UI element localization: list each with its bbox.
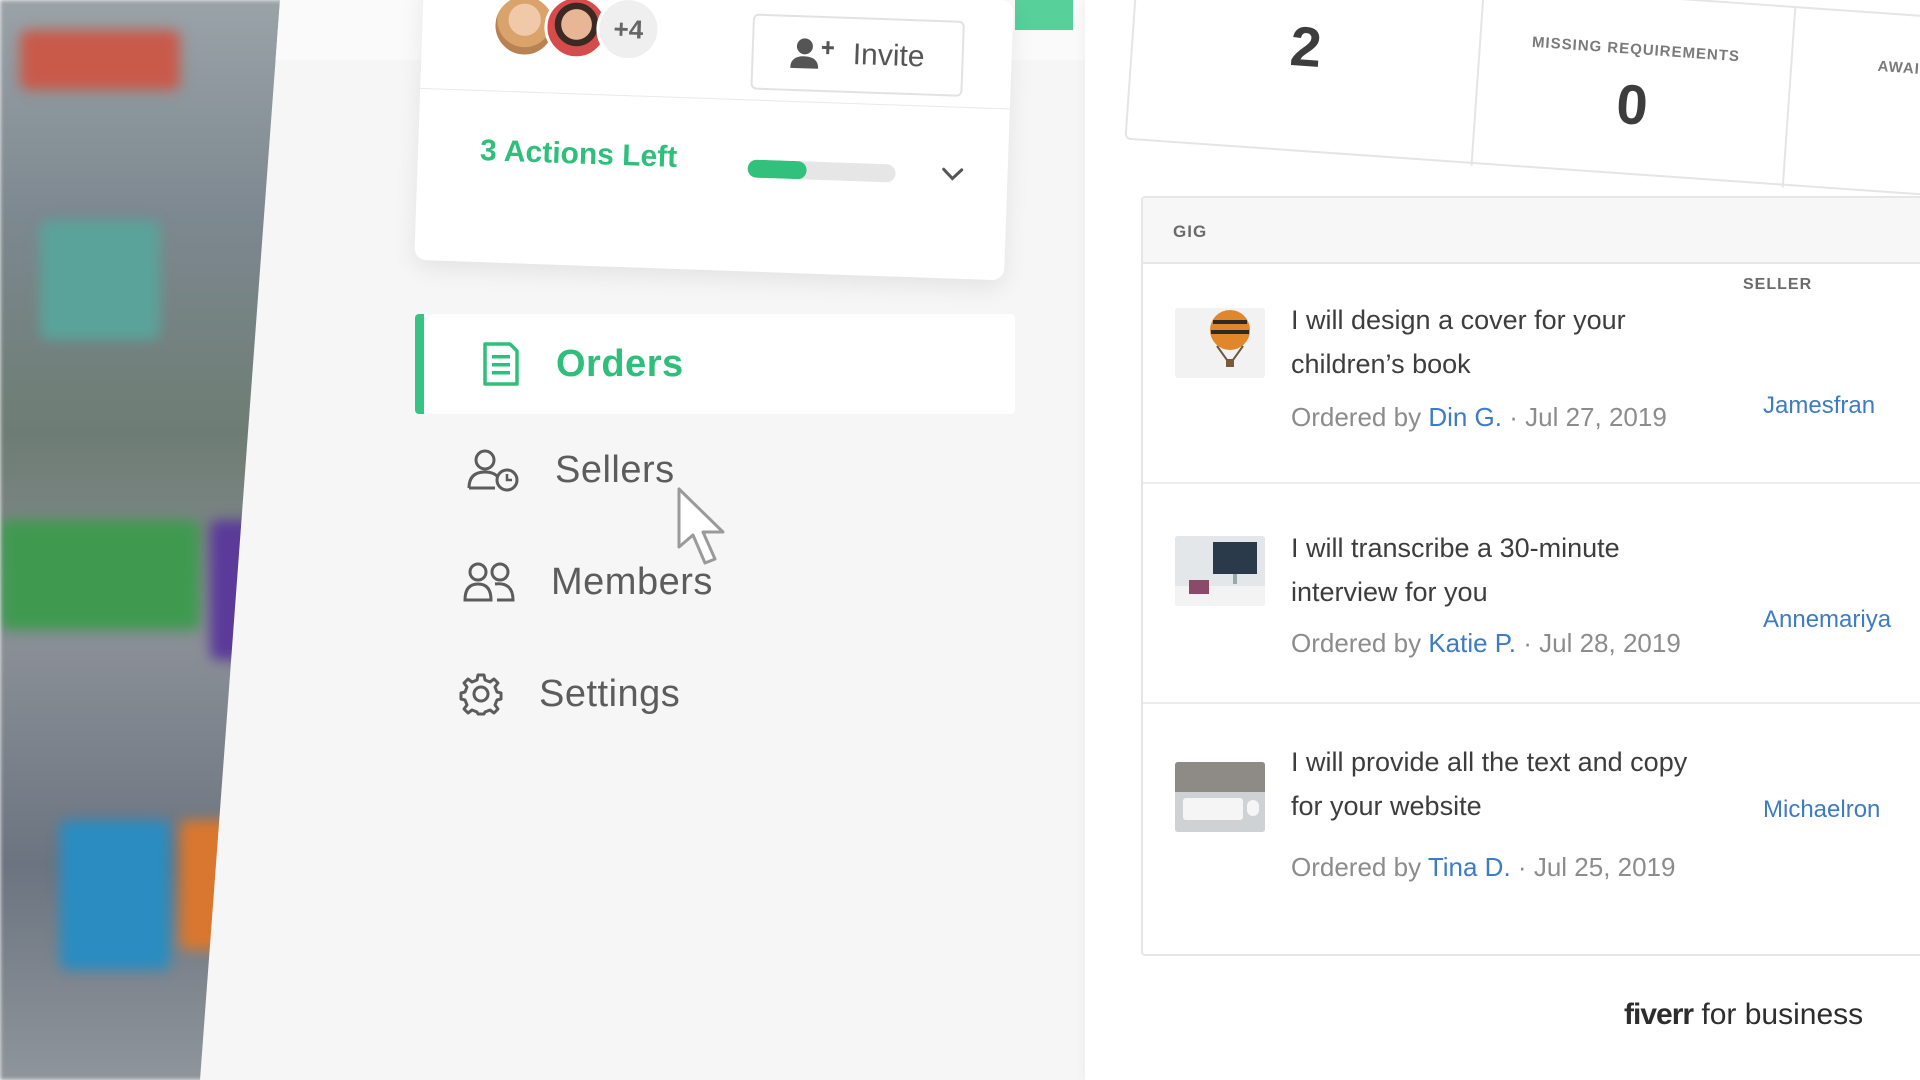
table-row[interactable]: I will provide all the text and copy for…	[1143, 704, 1920, 924]
brand-logo: fiverr for business	[1624, 998, 1863, 1032]
sidebar-item-orders[interactable]: Orders	[415, 314, 1015, 414]
member-avatars[interactable]: +4	[491, 0, 662, 63]
stat-label: Missing Requirements	[1531, 33, 1741, 66]
seller-link[interactable]: Jamesfran	[1763, 392, 1875, 420]
accent-bar	[1015, 0, 1073, 30]
buyer-link[interactable]: Tina D.	[1428, 852, 1511, 882]
ordered-by-label: Ordered by	[1291, 852, 1422, 882]
gig-title[interactable]: I will transcribe a 30-minute interview …	[1291, 526, 1711, 614]
orders-panel: 2 Missing Requirements 0 Awaitin GIG SEL…	[1085, 0, 1920, 1080]
order-meta: Ordered by Din G. · Jul 27, 2019	[1291, 402, 1667, 433]
desk-monitor-icon	[1175, 536, 1265, 606]
gig-title[interactable]: I will provide all the text and copy for…	[1291, 740, 1711, 828]
order-date: Jul 27, 2019	[1525, 402, 1667, 432]
meta-separator: ·	[1523, 628, 1540, 658]
members-icon	[463, 562, 515, 602]
actions-left-label: 3 Actions Left	[479, 134, 678, 174]
stat-awaiting[interactable]: Awaitin	[1784, 8, 1920, 204]
ordered-by-label: Ordered by	[1291, 628, 1422, 658]
gig-thumbnail[interactable]	[1175, 762, 1265, 832]
stat-value: 0	[1614, 71, 1650, 137]
mouse-cursor-icon	[677, 487, 725, 565]
fiverr-logo: fiverr	[1624, 998, 1694, 1031]
stat-value: 2	[1288, 13, 1324, 80]
gig-thumbnail[interactable]	[1175, 308, 1265, 378]
progress-fill	[747, 159, 808, 180]
sidebar-item-label: Settings	[539, 672, 681, 715]
meta-separator: ·	[1517, 852, 1534, 882]
sidebar-item-sellers[interactable]: Sellers	[467, 420, 675, 520]
meta-separator: ·	[1509, 402, 1526, 432]
table-row[interactable]: I will transcribe a 30-minute interview …	[1143, 484, 1920, 704]
ordered-by-label: Ordered by	[1291, 402, 1422, 432]
gig-title[interactable]: I will design a cover for your children’…	[1291, 298, 1711, 386]
actions-progress-bar	[747, 159, 896, 183]
seller-link[interactable]: Annemariya	[1763, 606, 1891, 634]
sidebar-item-label: Orders	[556, 342, 684, 385]
buyer-link[interactable]: Katie P.	[1428, 628, 1516, 658]
invite-label: Invite	[852, 38, 926, 74]
chevron-down-icon[interactable]	[937, 158, 968, 189]
order-meta: Ordered by Katie P. · Jul 28, 2019	[1291, 628, 1681, 659]
gig-thumbnail[interactable]	[1175, 536, 1265, 606]
stats-summary: 2 Missing Requirements 0 Awaitin	[1124, 0, 1920, 204]
stat-total: 2	[1126, 0, 1483, 166]
order-meta: Ordered by Tina D. · Jul 25, 2019	[1291, 852, 1675, 883]
table-row[interactable]: I will design a cover for your children’…	[1143, 264, 1920, 484]
order-date: Jul 25, 2019	[1533, 852, 1676, 882]
buyer-link[interactable]: Din G.	[1428, 402, 1502, 432]
hot-air-balloon-icon	[1210, 310, 1250, 367]
orders-table: GIG SELLER I will design a cover for you…	[1141, 196, 1920, 956]
more-members-badge[interactable]: +4	[595, 0, 662, 63]
stat-value	[1791, 83, 1920, 100]
order-date: Jul 28, 2019	[1539, 628, 1681, 658]
document-icon	[483, 342, 519, 386]
keyboard-icon	[1175, 762, 1265, 832]
gear-icon	[459, 673, 503, 716]
team-card: +4 Invite 3 Actions Left	[414, 0, 1014, 281]
sidebar-item-label: Sellers	[555, 448, 675, 491]
sidebar-item-settings[interactable]: Settings	[459, 644, 680, 744]
seller-link[interactable]: Michaelron	[1763, 796, 1880, 824]
table-header: GIG SELLER	[1143, 198, 1920, 293]
add-user-icon	[790, 38, 835, 69]
stat-label: Awaitin	[1877, 57, 1920, 80]
seller-clock-icon	[467, 449, 519, 492]
stat-missing-requirements[interactable]: Missing Requirements 0	[1472, 0, 1794, 188]
column-header-gig: GIG	[1173, 222, 1208, 241]
brand-suffix: for business	[1701, 998, 1864, 1031]
invite-button[interactable]: Invite	[750, 13, 965, 97]
